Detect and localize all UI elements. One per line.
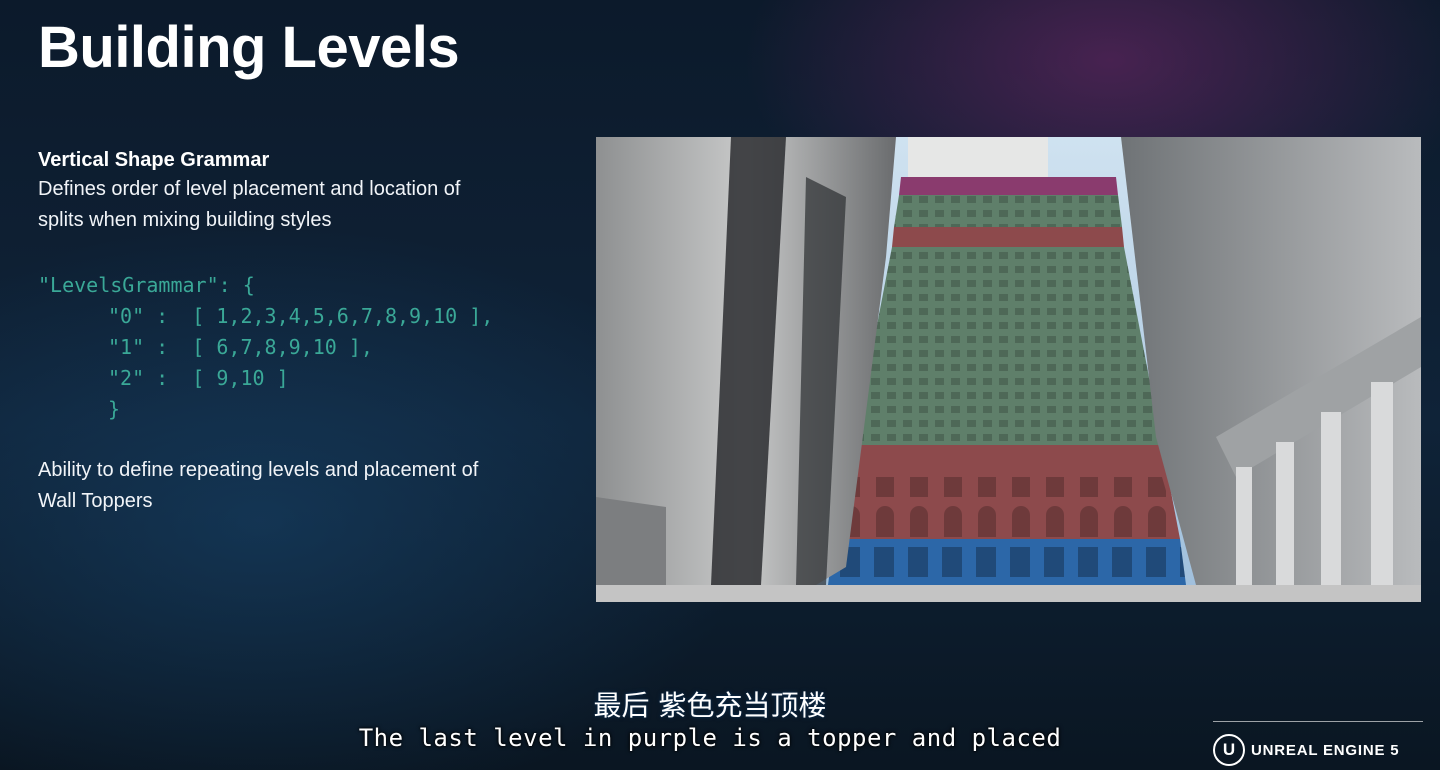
ability-line-2: Wall Toppers: [38, 490, 153, 512]
code-line-2-text: "1" : [ 6,7,8,9,10 ],: [108, 335, 373, 359]
ability-line-1: Ability to define repeating levels and p…: [38, 459, 479, 481]
topper-level: [899, 177, 1118, 195]
code-line-1-text: "0" : [ 1,2,3,4,5,6,7,8,9,10 ],: [108, 304, 494, 328]
code-line-3: "2" : [ 9,10 ]: [38, 363, 558, 394]
code-line-2: "1" : [ 6,7,8,9,10 ],: [38, 332, 558, 363]
logo-text: UNREAL ENGINE 5: [1251, 741, 1400, 759]
unreal-logo-icon: U: [1213, 734, 1245, 766]
section-subhead: Vertical Shape Grammar: [38, 149, 270, 171]
code-line-3-text: "2" : [ 9,10 ]: [108, 366, 289, 390]
slide-title: Building Levels: [38, 15, 460, 80]
levels-grammar-code: "LevelsGrammar": { "0" : [ 1,2,3,4,5,6,7,…: [38, 270, 558, 425]
code-line-4: }: [38, 394, 558, 425]
code-line-1: "0" : [ 1,2,3,4,5,6,7,8,9,10 ],: [38, 301, 558, 332]
description-line-1: Defines order of level placement and loc…: [38, 178, 461, 200]
slide-text-column: Vertical Shape Grammar Defines order of …: [38, 146, 558, 517]
red-divider-band: [892, 227, 1124, 247]
code-line-4-text: }: [108, 397, 121, 421]
building-illustration: [596, 137, 1421, 602]
unreal-engine-logo: U UNREAL ENGINE 5: [1213, 732, 1399, 768]
subtitle-english: The last level in purple is a topper and…: [358, 724, 1062, 752]
ground-strip: [596, 585, 1421, 602]
subtitle-chinese: 最后 紫色充当顶楼: [593, 689, 827, 722]
description-line-2: splits when mixing building styles: [38, 209, 332, 231]
background-tower: [908, 137, 1048, 177]
building-screenshot: [596, 137, 1421, 602]
logo-divider: [1213, 721, 1423, 722]
code-line-0: "LevelsGrammar": {: [38, 273, 255, 297]
